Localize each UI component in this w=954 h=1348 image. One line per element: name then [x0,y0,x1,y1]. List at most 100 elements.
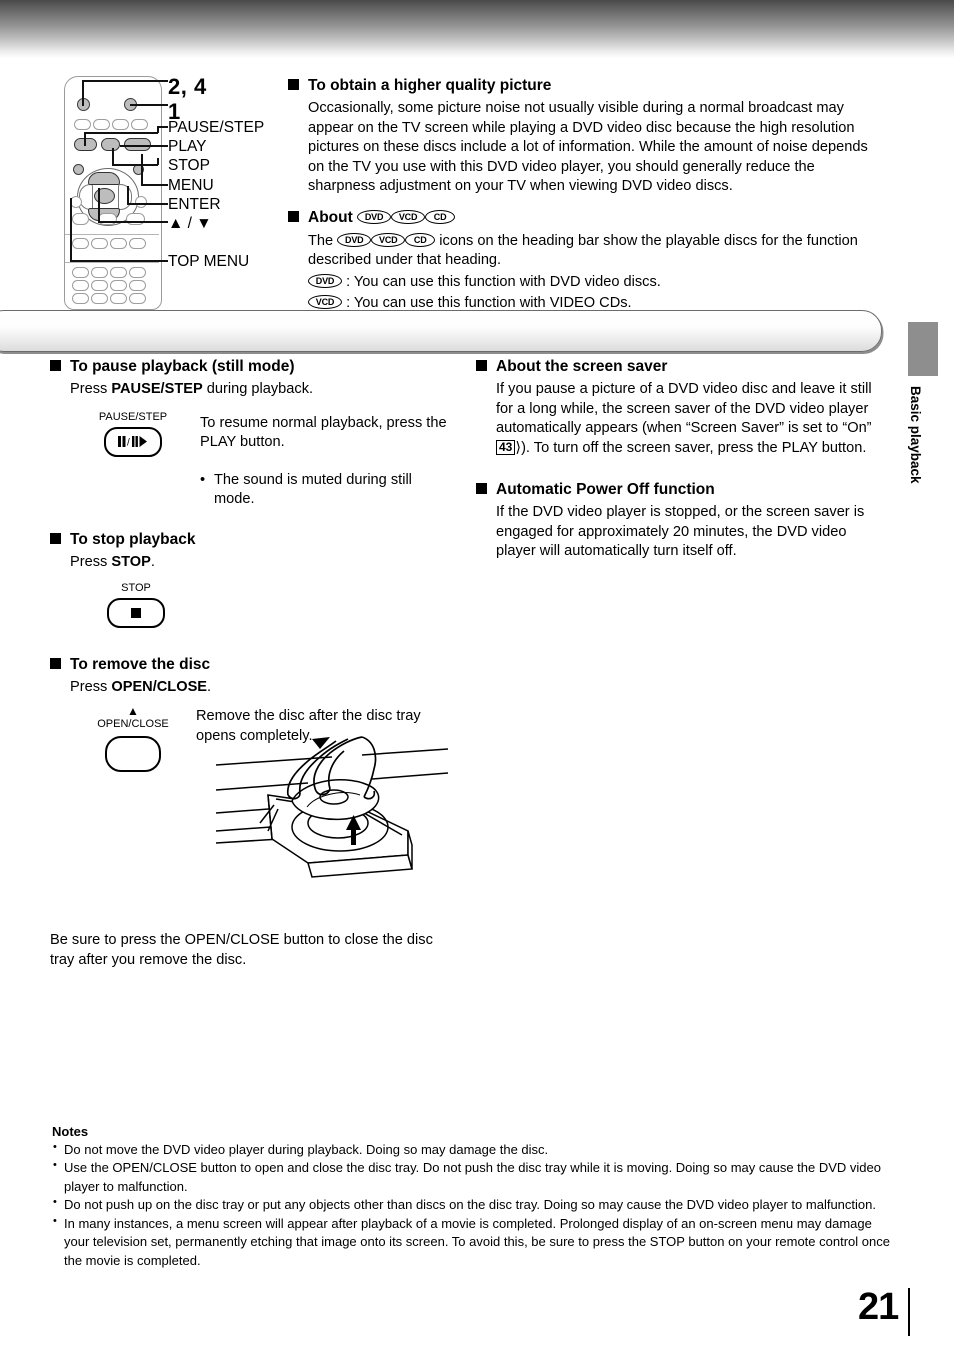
remote-key-r4c3 [110,238,127,249]
note-item: Do not push up on the disc tray or put a… [52,1195,892,1214]
dvd-disc-icon: DVD [337,232,372,247]
notes-title: Notes [52,1124,89,1139]
callout-stop: STOP [168,157,210,174]
open-close-button-graphic: ▲ OPEN/CLOSE [74,704,192,773]
dvd-disc-icon: DVD [308,273,342,288]
pause-resume-note: To resume normal playback, press the PLA… [200,414,447,451]
remote-key-r6c1 [72,280,89,291]
vcd-disc-icon: VCD [391,210,426,225]
remote-key-r3c3 [126,213,145,225]
stop-square-icon [131,607,141,618]
remote-control-illustration [60,66,170,310]
notes-list: Do not move the DVD video player during … [52,1140,892,1270]
remote-key-power [77,98,90,111]
remote-key-r3c2 [98,213,117,225]
stop-button-graphic: STOP [86,581,186,628]
heading-to-remove-the-disc: To remove the disc [50,655,450,674]
pause-figure-row: PAUSE/STEP / To resume normal playback, … [50,410,450,516]
cd-disc-icon: CD [425,210,456,225]
pause-bullet-note: • The sound is muted during still mode. [200,471,412,507]
instruction-remove: Press OPEN/CLOSE. [70,678,212,695]
about-item-dvd: DVD : You can use this function with DVD… [288,273,884,292]
page-number: 21 [858,1286,899,1328]
pause-step-button-caption: PAUSE/STEP [98,410,168,423]
remote-dpad-left [79,184,93,210]
callout-up-down: ▲ / ▼ [168,215,212,232]
eject-triangle-icon: ▲ [127,704,139,719]
remote-key-r7c1 [72,293,89,304]
svg-text:/: / [127,438,130,448]
bullet-square-icon [288,79,299,90]
callout-step-2-4: 2, 4 [168,74,207,99]
about-item-vcd-text: : You can use this function with VIDEO C… [346,295,632,311]
heading-to-stop-playback: To stop playback [50,530,450,549]
callout-menu: MENU [168,177,214,194]
remote-key-r7c2 [91,293,108,304]
instruction-pause: Press PAUSE/STEP during playback. [70,381,314,398]
remote-divider-2 [65,262,159,263]
bullet-square-icon [476,360,487,371]
side-tab: Basic playback [908,322,938,484]
side-tab-color-block [908,322,938,376]
remote-key-r1c4 [131,119,148,130]
dvd-disc-icon: DVD [357,210,392,225]
remote-key-r3c1 [72,213,89,225]
remote-key-r6c3 [110,280,127,291]
screen-saver-text-part2: ). To turn off the screen saver, press t… [521,439,867,456]
heading-higher-quality-picture: To obtain a higher quality picture [288,76,884,95]
pause-step-keyword: PAUSE/STEP [111,381,203,398]
disc-tray-svg [215,736,449,878]
stop-button-caption: STOP [121,581,151,594]
callout-play: PLAY [168,138,207,155]
note-item: Do not move the DVD video player during … [52,1140,892,1159]
pause-figure-text: To resume normal playback, press the PLA… [200,414,450,512]
remote-key-r1c2 [93,119,110,130]
callout-top-menu: TOP MENU [168,253,250,270]
remote-key-r5c4 [129,267,146,278]
remote-key-r7c3 [110,293,127,304]
paragraph-higher-quality-picture: Occasionally, some picture noise not usu… [308,100,868,194]
about-item-dvd-text: : You can use this function with DVD vid… [346,273,661,290]
cd-disc-icon: CD [405,232,436,247]
remote-key-sideleft [70,196,82,208]
remote-key-top-menu [73,164,84,175]
paragraph-automatic-power-off: If the DVD video player is stopped, or t… [496,504,865,560]
open-close-key [105,736,161,773]
remote-key-pause-step [74,138,97,151]
open-close-keyword: OPEN/CLOSE [111,678,208,695]
bullet-square-icon [50,657,61,669]
stop-key [107,597,165,628]
pause-step-button-graphic: PAUSE/STEP / [78,410,188,457]
page-number-rule [908,1288,910,1336]
vcd-disc-icon: VCD [308,295,342,309]
bullet-square-icon [50,532,61,544]
heading-to-pause-playback: To pause playback (still mode) [50,357,450,376]
pause-step-key: / [104,426,162,457]
remote-key-r4c2 [91,238,108,249]
remote-key-play [101,138,120,151]
bullet-square-icon [476,483,487,494]
callout-enter: ENTER [168,196,221,213]
heading-about-disc-icons: About DVD VCD CD [288,208,884,227]
note-item: In many instances, a menu screen will ap… [52,1214,892,1270]
open-close-button-caption: OPEN/CLOSE [97,718,169,731]
heading-automatic-power-off: Automatic Power Off function [476,480,884,499]
note-item: Use the OPEN/CLOSE button to open and cl… [52,1158,892,1196]
paragraph-about-lead: The DVD VCD CD icons on the heading bar sh… [288,232,884,271]
bullet-square-icon [50,360,61,371]
remote-key-r5c3 [110,267,127,278]
remote-key-r6c4 [129,280,146,291]
remote-key-r1c3 [112,119,129,130]
heading-about-screen-saver: About the screen saver [476,357,884,376]
section-divider-bar [0,310,882,352]
about-lead-before: The [308,232,334,249]
remote-divider-1 [65,234,159,235]
remote-key-r7c4 [129,293,146,304]
remote-key-r4c1 [72,238,89,249]
remote-key-r5c2 [91,267,108,278]
stop-figure-row: STOP [50,581,450,641]
remote-key-sideright [135,196,147,208]
remote-key-r6c2 [91,280,108,291]
page-reference-43: 43 [496,439,516,455]
remote-key-r4c4 [129,238,146,249]
